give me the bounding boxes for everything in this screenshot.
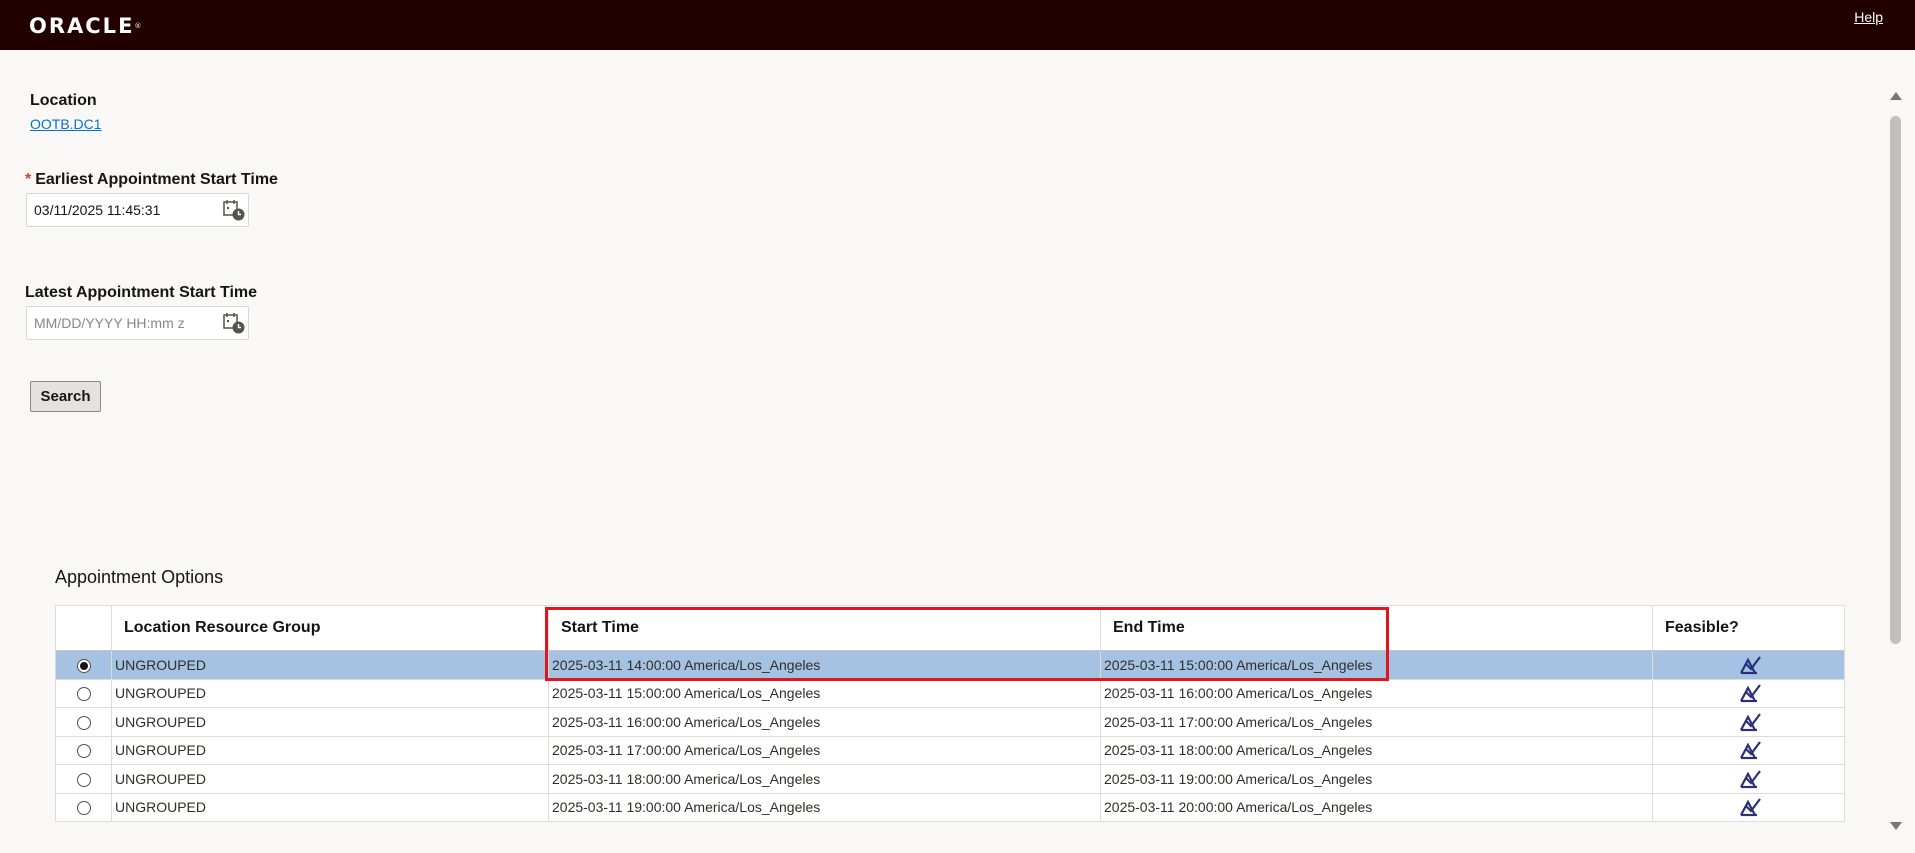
row-select-cell[interactable] — [55, 792, 112, 822]
table-row[interactable]: UNGROUPED 2025-03-11 16:00:00 America/Los… — [55, 707, 1845, 737]
row-select-radio[interactable] — [76, 687, 91, 702]
start-time-cell: 2025-03-11 15:00:00 America/Los_Angeles — [548, 678, 1101, 708]
start-time-cell: 2025-03-11 14:00:00 America/Los_Angeles — [548, 650, 1101, 680]
select-column-header — [55, 605, 112, 651]
column-header-location-resource-group[interactable]: Location Resource Group — [111, 605, 549, 651]
location-resource-group-cell: UNGROUPED — [111, 678, 549, 708]
row-select-cell[interactable] — [55, 678, 112, 708]
location-link[interactable]: OOTB.DC1 — [30, 116, 102, 132]
earliest-start-input[interactable] — [26, 193, 249, 227]
feasible-cell — [1652, 735, 1845, 765]
location-label: Location — [30, 92, 97, 109]
feasible-check-icon[interactable] — [1737, 769, 1761, 788]
row-select-radio[interactable] — [76, 658, 91, 673]
feasible-check-icon[interactable] — [1737, 798, 1761, 817]
table-header-row: Location Resource Group Start Time End T… — [55, 605, 1845, 651]
row-select-radio[interactable] — [76, 715, 91, 730]
scroll-down-arrow[interactable] — [1890, 822, 1902, 830]
column-header-start-time[interactable]: Start Time — [548, 605, 1101, 651]
feasible-check-icon[interactable] — [1737, 741, 1761, 760]
row-select-radio[interactable] — [76, 801, 91, 816]
end-time-cell: 2025-03-11 20:00:00 America/Los_Angeles — [1100, 792, 1653, 822]
help-link[interactable]: Help — [1854, 9, 1883, 25]
table-row[interactable]: UNGROUPED 2025-03-11 19:00:00 America/Los… — [55, 792, 1845, 822]
vertical-scrollbar[interactable] — [1888, 85, 1904, 830]
earliest-start-label: * Earliest Appointment Start Time — [25, 171, 278, 188]
column-header-feasible[interactable]: Feasible? — [1652, 605, 1845, 651]
oracle-logo: ORACLE® — [29, 14, 142, 38]
feasible-cell — [1652, 707, 1845, 737]
row-select-cell[interactable] — [55, 764, 112, 794]
table-row[interactable]: UNGROUPED 2025-03-11 18:00:00 America/Los… — [55, 764, 1845, 794]
feasible-cell — [1652, 650, 1845, 680]
feasible-cell — [1652, 764, 1845, 794]
calendar-clock-icon[interactable] — [222, 198, 246, 222]
end-time-cell: 2025-03-11 19:00:00 America/Los_Angeles — [1100, 764, 1653, 794]
column-header-end-time[interactable]: End Time — [1100, 605, 1653, 651]
location-resource-group-cell: UNGROUPED — [111, 735, 549, 765]
row-select-radio[interactable] — [76, 772, 91, 787]
row-select-cell[interactable] — [55, 707, 112, 737]
latest-start-input[interactable] — [26, 306, 249, 340]
start-time-cell: 2025-03-11 17:00:00 America/Los_Angeles — [548, 735, 1101, 765]
end-time-cell: 2025-03-11 15:00:00 America/Los_Angeles — [1100, 650, 1653, 680]
location-resource-group-cell: UNGROUPED — [111, 650, 549, 680]
feasible-cell — [1652, 678, 1845, 708]
feasible-check-icon[interactable] — [1737, 684, 1761, 703]
row-select-cell[interactable] — [55, 735, 112, 765]
required-asterisk: * — [25, 171, 32, 188]
scroll-up-arrow[interactable] — [1890, 92, 1902, 100]
table-row[interactable]: UNGROUPED 2025-03-11 14:00:00 America/Los… — [55, 650, 1845, 680]
feasible-check-icon[interactable] — [1737, 655, 1761, 674]
row-select-cell[interactable] — [55, 650, 112, 680]
table-row[interactable]: UNGROUPED 2025-03-11 17:00:00 America/Los… — [55, 735, 1845, 765]
calendar-clock-icon[interactable] — [222, 311, 246, 335]
end-time-cell: 2025-03-11 17:00:00 America/Los_Angeles — [1100, 707, 1653, 737]
start-time-cell: 2025-03-11 19:00:00 America/Los_Angeles — [548, 792, 1101, 822]
scroll-thumb[interactable] — [1890, 116, 1901, 644]
latest-start-label: Latest Appointment Start Time — [25, 284, 258, 301]
row-select-radio[interactable] — [76, 744, 91, 759]
top-bar: ORACLE® Help — [0, 0, 1915, 50]
location-resource-group-cell: UNGROUPED — [111, 764, 549, 794]
feasible-check-icon[interactable] — [1737, 712, 1761, 731]
feasible-cell — [1652, 792, 1845, 822]
end-time-cell: 2025-03-11 18:00:00 America/Los_Angeles — [1100, 735, 1653, 765]
appointment-options-table: Location Resource Group Start Time End T… — [55, 605, 1845, 822]
search-button[interactable]: Search — [30, 381, 101, 412]
table-row[interactable]: UNGROUPED 2025-03-11 15:00:00 America/Los… — [55, 678, 1845, 708]
location-resource-group-cell: UNGROUPED — [111, 792, 549, 822]
start-time-cell: 2025-03-11 18:00:00 America/Los_Angeles — [548, 764, 1101, 794]
location-resource-group-cell: UNGROUPED — [111, 707, 549, 737]
appointment-options-title: Appointment Options — [55, 567, 224, 587]
end-time-cell: 2025-03-11 16:00:00 America/Los_Angeles — [1100, 678, 1653, 708]
start-time-cell: 2025-03-11 16:00:00 America/Los_Angeles — [548, 707, 1101, 737]
